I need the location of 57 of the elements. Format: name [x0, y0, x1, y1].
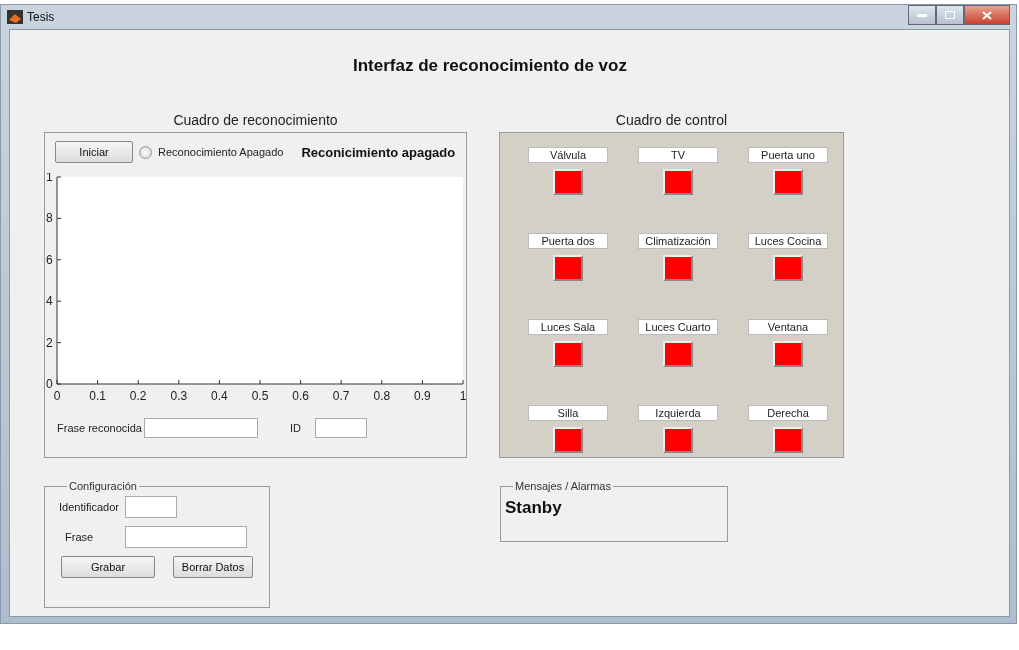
- tick-label: 0.4: [211, 389, 228, 403]
- device-label: Luces Cocina: [748, 233, 828, 249]
- window-title: Tesis: [27, 10, 55, 24]
- record-button[interactable]: Grabar: [61, 556, 155, 578]
- panel-title: Cuadro de reconocimiento: [173, 112, 338, 128]
- field-label: ID: [290, 422, 301, 434]
- tick-label: 1: [459, 389, 467, 403]
- tick-label: 0.2: [129, 389, 147, 403]
- tick-label: 0.9: [414, 389, 431, 403]
- device-label: Silla: [528, 405, 608, 421]
- group-title: Configuración: [68, 480, 138, 492]
- message-text: Stanby: [505, 498, 563, 518]
- minimize-icon: [917, 13, 927, 17]
- tick-label: 0.3: [170, 389, 188, 403]
- field-label: Identificador: [59, 501, 119, 513]
- start-button[interactable]: Iniciar: [55, 141, 133, 163]
- field-label: Frase: [65, 531, 94, 543]
- tick-label: 6: [46, 252, 53, 267]
- close-button[interactable]: [964, 5, 1010, 25]
- main-heading: Interfaz de reconocimiento de voz: [352, 56, 628, 76]
- minimize-button[interactable]: [908, 5, 936, 25]
- radio-button[interactable]: [139, 145, 152, 159]
- device-label: Luces Sala: [528, 319, 608, 335]
- app-icon: [7, 10, 23, 24]
- device-label: Puerta dos: [528, 233, 608, 249]
- device-label: Puerta uno: [748, 147, 828, 163]
- maximize-button[interactable]: [936, 5, 964, 25]
- field-label: Frase reconocida: [57, 422, 142, 434]
- input-field[interactable]: [315, 418, 367, 438]
- device-label: Luces Cuarto: [638, 319, 718, 335]
- panel-title: Cuadro de control: [615, 112, 728, 128]
- input-field[interactable]: [125, 526, 248, 548]
- tick-label: 2: [46, 335, 53, 350]
- clear-button[interactable]: Borrar Datos: [173, 556, 253, 578]
- device-label: Ventana: [748, 319, 828, 335]
- radio-label: Reconocimiento Apagado: [158, 146, 284, 158]
- tick-label: 0.8: [373, 389, 391, 403]
- tick-label: 0: [46, 377, 53, 391]
- maximize-icon: [945, 11, 955, 19]
- close-icon: [982, 10, 992, 20]
- tick-label: 0.5: [251, 389, 269, 403]
- device-label: Climatización: [638, 233, 718, 249]
- device-label: TV: [638, 147, 718, 163]
- tick-label: 1: [46, 173, 53, 184]
- device-label: Válvula: [528, 147, 608, 163]
- status-text: Reconicimiento apagado: [301, 144, 456, 160]
- group-title: Mensajes / Alarmas: [514, 480, 612, 492]
- tick-label: 4: [46, 294, 53, 309]
- tick-label: 0.6: [292, 389, 309, 403]
- tick-label: 0.7: [332, 389, 350, 403]
- tick-label: 0: [53, 389, 61, 403]
- tick-label: 0.1: [89, 389, 106, 403]
- device-label: Derecha: [748, 405, 828, 421]
- tick-label: 8: [46, 211, 53, 226]
- input-field[interactable]: [124, 496, 177, 518]
- device-label: Izquierda: [638, 405, 718, 421]
- input-field[interactable]: [144, 418, 258, 438]
